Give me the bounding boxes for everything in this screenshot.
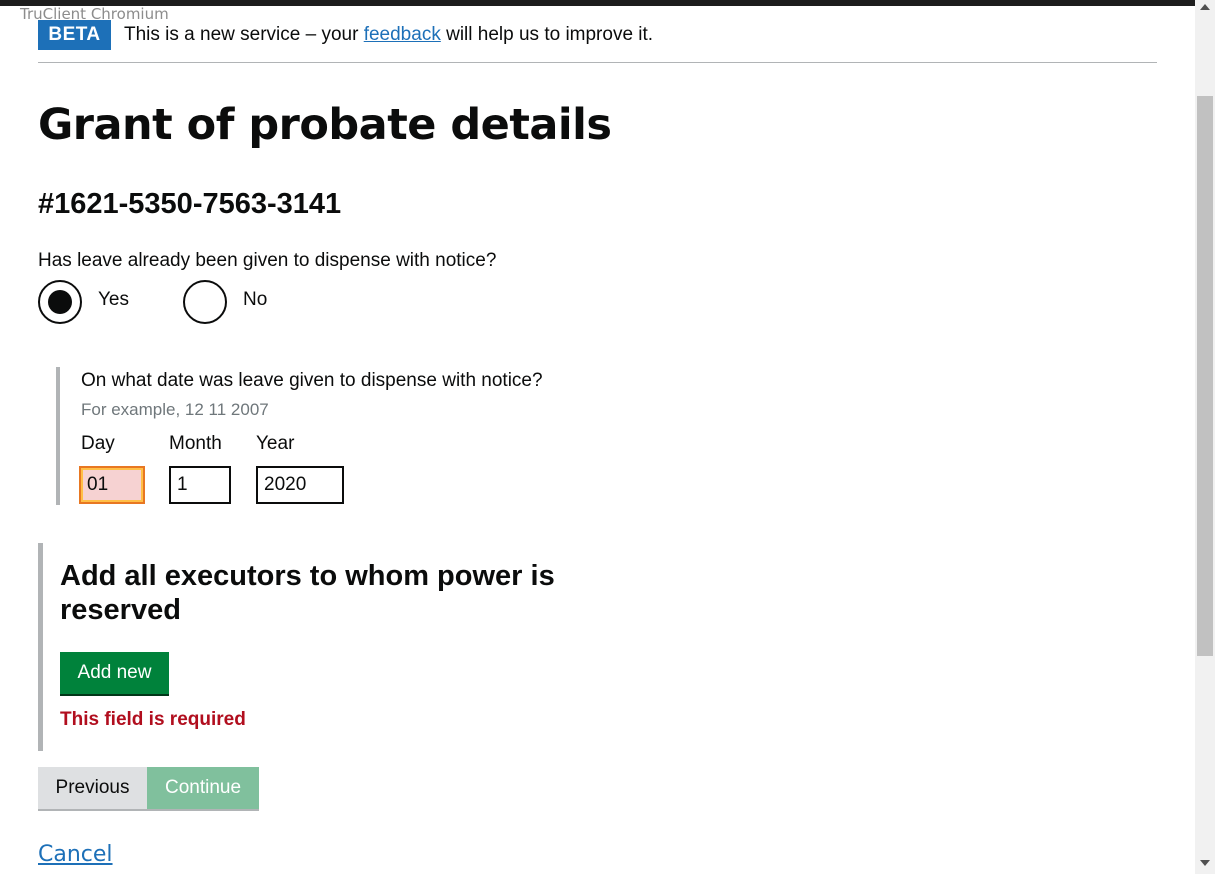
radio-yes[interactable]: Yes	[38, 280, 129, 324]
app-label: TruClient Chromium	[20, 5, 169, 23]
month-input[interactable]: 1	[169, 466, 231, 504]
page-title: Grant of probate details	[38, 100, 612, 150]
year-input[interactable]: 2020	[256, 466, 344, 504]
radio-yes-circle[interactable]	[38, 280, 82, 324]
beta-text-before: This is a new service – your	[124, 24, 364, 45]
feedback-link[interactable]: feedback	[364, 24, 441, 45]
conditional-reveal-border	[56, 367, 60, 505]
continue-button[interactable]: Continue	[147, 767, 259, 809]
banner-divider	[38, 62, 1157, 63]
add-new-button[interactable]: Add new	[60, 652, 169, 694]
radio-no[interactable]: No	[183, 280, 267, 324]
cancel-link[interactable]: Cancel	[38, 842, 113, 867]
radio-selected-dot	[48, 290, 72, 314]
previous-button[interactable]: Previous	[38, 767, 147, 809]
beta-tag: BETA	[38, 20, 111, 50]
executors-section-border	[38, 543, 43, 751]
day-label: Day	[81, 433, 115, 454]
radio-no-label[interactable]: No	[243, 289, 267, 311]
executors-heading: Add all executors to whom power is reser…	[60, 560, 555, 626]
date-question-hint: For example, 12 11 2007	[81, 400, 269, 419]
page-content: BETA This is a new service – your feedba…	[0, 0, 1195, 874]
beta-banner-text: This is a new service – your feedback wi…	[124, 24, 653, 46]
vertical-scrollbar[interactable]	[1195, 0, 1215, 874]
scroll-down-arrow-icon[interactable]	[1200, 860, 1210, 866]
month-label: Month	[169, 433, 222, 454]
field-required-error: This field is required	[60, 709, 246, 730]
beta-text-after: will help us to improve it.	[440, 24, 654, 45]
radio-yes-label[interactable]: Yes	[98, 289, 129, 311]
scroll-thumb[interactable]	[1197, 96, 1213, 656]
day-input[interactable]: 01	[79, 466, 145, 504]
case-reference: #1621-5350-7563-3141	[38, 188, 342, 220]
date-question-label: On what date was leave given to dispense…	[81, 370, 543, 391]
leave-question-label: Has leave already been given to dispense…	[38, 250, 497, 271]
radio-no-circle[interactable]	[183, 280, 227, 324]
scroll-up-arrow-icon[interactable]	[1200, 4, 1210, 10]
year-label: Year	[256, 433, 295, 454]
